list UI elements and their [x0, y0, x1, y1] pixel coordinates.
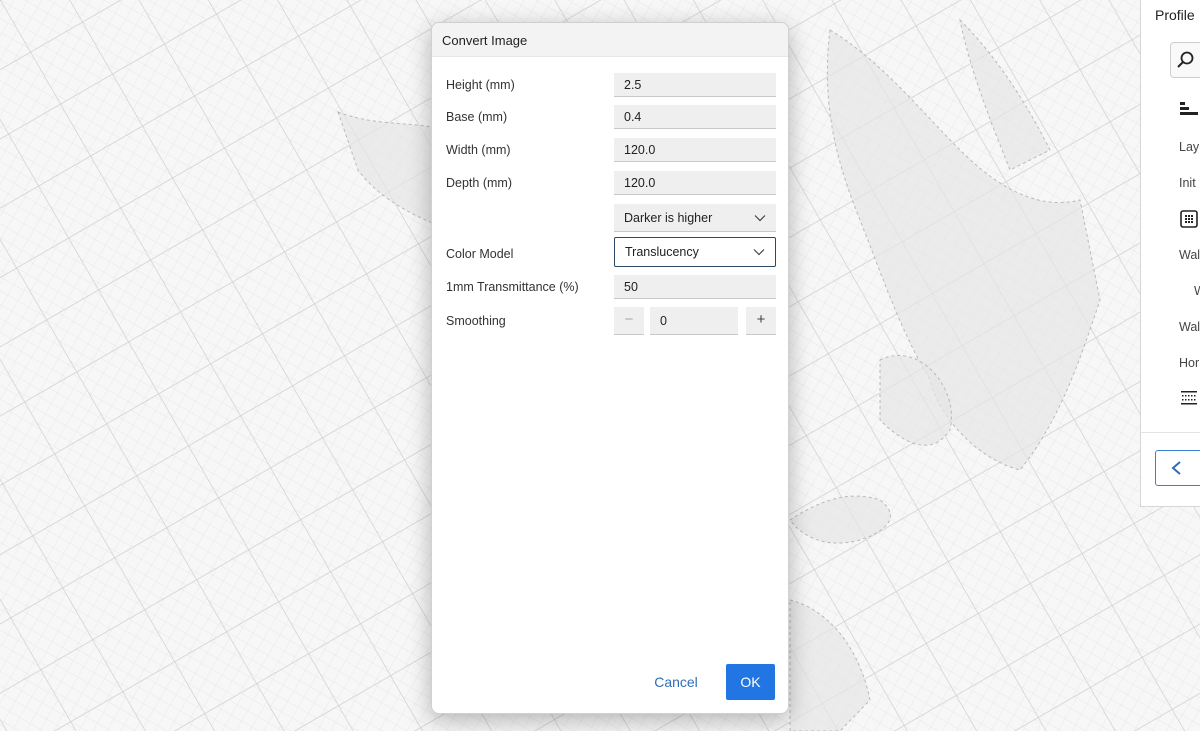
- setting-wall-line-count[interactable]: Wal: [1179, 320, 1200, 334]
- color-model-row: Color Model Translucency: [446, 237, 776, 267]
- smoothing-increment-button[interactable]: +: [746, 307, 776, 335]
- layers-icon: [1180, 102, 1198, 115]
- width-label: Width (mm): [446, 143, 511, 157]
- dialog-title: Convert Image: [442, 33, 528, 48]
- panel-divider: [1141, 432, 1200, 433]
- transmittance-input[interactable]: 50: [614, 275, 776, 299]
- print-settings-panel: Profile Lay Init Wal W Wal Hor: [1140, 0, 1200, 507]
- search-icon: [1177, 51, 1194, 68]
- depth-input[interactable]: 120.0: [614, 171, 776, 195]
- smoothing-row: Smoothing − 0 +: [446, 307, 776, 335]
- convert-image-dialog: Convert Image Height (mm) 2.5 Base (mm) …: [431, 22, 789, 714]
- smoothing-label: Smoothing: [446, 314, 506, 328]
- panel-title: Profile: [1155, 7, 1195, 23]
- width-row: Width (mm) 120.0: [446, 138, 776, 162]
- height-input[interactable]: 2.5: [614, 73, 776, 97]
- color-model-dropdown[interactable]: Translucency: [614, 237, 776, 267]
- infill-icon: [1181, 391, 1197, 405]
- transmittance-row: 1mm Transmittance (%) 50: [446, 275, 776, 299]
- height-label: Height (mm): [446, 78, 515, 92]
- height-mode-dropdown[interactable]: Darker is higher: [614, 204, 776, 232]
- shell-icon: [1180, 210, 1198, 228]
- base-value: 0.4: [624, 110, 642, 124]
- depth-value: 120.0: [624, 176, 656, 190]
- base-row: Base (mm) 0.4: [446, 105, 776, 129]
- transmittance-value: 50: [624, 280, 638, 294]
- dialog-titlebar[interactable]: Convert Image: [432, 23, 788, 57]
- color-model-value: Translucency: [625, 245, 699, 259]
- height-row: Height (mm) 2.5: [446, 73, 776, 97]
- chevron-down-icon: [753, 249, 765, 256]
- color-model-label: Color Model: [446, 247, 514, 261]
- smoothing-decrement-button[interactable]: −: [614, 307, 644, 335]
- height-value: 2.5: [624, 78, 642, 92]
- setting-initial-layer[interactable]: Init: [1179, 176, 1196, 190]
- depth-row: Depth (mm) 120.0: [446, 171, 776, 195]
- setting-wall-sub[interactable]: W: [1194, 284, 1200, 298]
- recommended-back-button[interactable]: [1155, 450, 1200, 486]
- depth-label: Depth (mm): [446, 176, 512, 190]
- width-value: 120.0: [624, 143, 656, 157]
- height-mode-value: Darker is higher: [624, 211, 713, 225]
- cancel-button[interactable]: Cancel: [642, 664, 710, 700]
- smoothing-value: 0: [660, 314, 667, 328]
- base-label: Base (mm): [446, 110, 508, 124]
- chevron-left-icon: [1171, 461, 1181, 475]
- setting-wall-thickness[interactable]: Wal: [1179, 248, 1200, 262]
- height-mode-row: Darker is higher: [446, 204, 776, 232]
- base-input[interactable]: 0.4: [614, 105, 776, 129]
- ok-button[interactable]: OK: [726, 664, 775, 700]
- smoothing-input[interactable]: 0: [650, 307, 738, 335]
- transmittance-label: 1mm Transmittance (%): [446, 280, 579, 294]
- setting-horizontal-expansion[interactable]: Hor: [1179, 356, 1199, 370]
- width-input[interactable]: 120.0: [614, 138, 776, 162]
- chevron-down-icon: [754, 215, 766, 222]
- setting-layer-height[interactable]: Lay: [1179, 140, 1199, 154]
- settings-search-button[interactable]: [1170, 42, 1200, 78]
